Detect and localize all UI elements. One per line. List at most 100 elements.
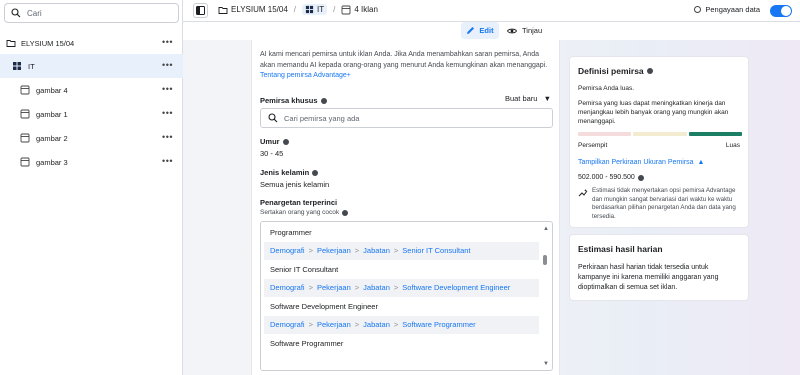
tree-item-campaign[interactable]: ELYSIUM 15/04 ••• [0, 31, 183, 55]
tree-item-ad[interactable]: gambar 2 ••• [0, 126, 183, 150]
caret-up-icon: ▲ [697, 159, 705, 166]
sidebar-toggle-icon [196, 6, 205, 15]
age-label: Umur [260, 137, 280, 146]
sidebar-search-input[interactable]: Cari [4, 3, 179, 23]
scroll-up-icon[interactable]: ▲ [543, 226, 549, 232]
meter-narrow-label: Persempit [578, 142, 608, 149]
path-segment: Demografi [270, 246, 305, 256]
tree-item-label: gambar 1 [36, 109, 68, 119]
detailed-targeting-sub-label: Sertakan orang yang cocok [260, 209, 340, 216]
path-separator: > [354, 320, 360, 330]
tree-item-ad[interactable]: gambar 1 ••• [0, 102, 183, 126]
create-new-dropdown[interactable]: Buat baru ▼ [505, 94, 551, 103]
info-icon[interactable] [320, 97, 327, 104]
meter-broad-label: Luas [725, 142, 740, 149]
targeting-term-row[interactable]: Senior IT Consultant [264, 260, 539, 279]
path-segment: Demografi [270, 320, 305, 330]
more-options-icon[interactable]: ••• [162, 60, 173, 70]
tree-item-ad[interactable]: gambar 4 ••• [0, 78, 183, 102]
folder-icon [6, 40, 16, 47]
breadcrumb-adset-label: IT [317, 5, 325, 14]
targeting-path-row[interactable]: Demografi > Pekerjaan > Jabatan > Senior IT Co… [264, 241, 539, 260]
audience-broad-desc: Pemirsa yang luas dapat meningkatkan kin… [578, 100, 729, 125]
search-icon [11, 8, 21, 18]
gender-label: Jenis kelamin [260, 168, 310, 177]
targeting-term-row[interactable]: Software Development Engineer [264, 297, 539, 316]
review-button[interactable]: Tinjau [507, 22, 542, 39]
custom-audience-label: Pemirsa khusus [260, 96, 318, 105]
search-icon [268, 113, 278, 123]
path-separator: > [308, 246, 313, 256]
estimate-note: Estimasi tidak menyertakan opsi pemirsa … [592, 187, 744, 221]
info-icon[interactable] [312, 169, 319, 176]
estimate-note-text: Estimasi tidak menyertakan opsi pemirsa [592, 187, 706, 194]
more-options-icon[interactable]: ••• [162, 132, 173, 142]
info-icon[interactable] [646, 68, 653, 74]
path-separator: > [393, 246, 399, 256]
ad-icon [341, 5, 351, 14]
targeting-term-row[interactable]: Software Programmer [264, 334, 539, 353]
audience-search-placeholder: Cari pemirsa yang ada [284, 113, 360, 123]
targeting-path-row[interactable]: Demografi > Pekerjaan > Jabatan > Software Pro… [264, 315, 539, 334]
targeting-path-row[interactable]: Demografi > Pekerjaan > Jabatan > Software Dev… [264, 278, 539, 297]
more-options-icon[interactable]: ••• [162, 37, 173, 47]
path-segment: Pekerjaan [317, 283, 351, 293]
path-separator: > [308, 320, 313, 330]
breadcrumb-adset[interactable]: IT [302, 4, 328, 15]
meter-segment-narrow [578, 132, 632, 136]
detailed-targeting-heading: Penargetan terperinci [260, 198, 338, 207]
breadcrumb-separator: / [293, 5, 297, 14]
path-segment: Senior IT Consultant [402, 246, 471, 256]
audience-size-range: 502.000 - 590.500 [578, 174, 644, 181]
daily-results-text: Perkiraan hasil harian tidak tersedia un… [578, 264, 719, 291]
scrollbar-thumb[interactable] [543, 255, 547, 265]
custom-audience-heading: Pemirsa khusus [260, 96, 327, 105]
tree-item-label: ELYSIUM 15/04 [21, 38, 75, 48]
tree-item-ad[interactable]: gambar 3 ••• [0, 150, 183, 174]
audience-size-range-value: 502.000 - 590.500 [578, 174, 635, 181]
path-segment: Pekerjaan [317, 246, 351, 256]
breadcrumb-ads[interactable]: 4 Iklan [354, 5, 378, 14]
audience-search-input[interactable]: Cari pemirsa yang ada [260, 108, 553, 128]
panel-toggle-button[interactable] [193, 3, 208, 18]
advantage-audience-link[interactable]: Tentang pemirsa Advantage+ [260, 72, 351, 79]
scroll-down-icon[interactable]: ▼ [543, 361, 549, 367]
data-enrichment: Pengayaan data [694, 5, 760, 14]
info-icon[interactable] [637, 174, 644, 181]
breadcrumb-campaign[interactable]: ELYSIUM 15/04 [231, 5, 288, 14]
more-options-icon[interactable]: ••• [162, 108, 173, 118]
path-segment: Jabatan [363, 320, 390, 330]
more-options-icon[interactable]: ••• [162, 84, 173, 94]
path-segment: Jabatan [363, 246, 390, 256]
caret-down-icon: ▼ [543, 94, 551, 103]
edit-button[interactable]: Edit [461, 22, 499, 39]
data-enrichment-toggle[interactable] [770, 5, 792, 17]
show-size-estimate-link[interactable]: Tampilkan Perkiraan Ukuran Pemirsa ▲ [578, 159, 704, 166]
estimate-note-text: dan mungkin sangat bervariasi dari waktu… [592, 195, 736, 220]
targeting-term-row[interactable]: Programmer [264, 223, 539, 242]
tree-item-adset[interactable]: IT ••• [0, 54, 183, 78]
sidebar: Cari ELYSIUM 15/04 ••• IT ••• gambar 4 •… [0, 0, 183, 375]
sparkle-trend-icon [578, 189, 588, 197]
tree-item-label: gambar 3 [36, 157, 68, 167]
audience-intro: AI kami mencari pemirsa untuk iklan Anda… [260, 50, 550, 82]
sidebar-search-placeholder: Cari [27, 8, 42, 18]
ad-icon [20, 85, 30, 95]
edit-label: Edit [479, 26, 494, 35]
gender-value[interactable]: Semua jenis kelamin [260, 180, 329, 189]
detailed-targeting-list[interactable]: Programmer Demografi > Pekerjaan > Jabatan > Se… [260, 221, 553, 371]
more-options-icon[interactable]: ••• [162, 156, 173, 166]
age-value[interactable]: 30 - 45 [260, 149, 283, 158]
path-separator: > [308, 283, 313, 293]
info-icon[interactable] [282, 138, 289, 145]
audience-size-meter [578, 132, 742, 136]
status-dot-icon [694, 6, 702, 13]
path-separator: > [393, 283, 399, 293]
eye-icon [507, 28, 517, 33]
info-icon[interactable] [342, 209, 349, 216]
ad-icon [20, 109, 30, 119]
pencil-icon [467, 27, 475, 34]
path-segment: Demografi [270, 283, 305, 293]
meter-segment-mid [633, 132, 687, 136]
audience-form: AI kami mencari pemirsa untuk iklan Anda… [251, 40, 560, 375]
